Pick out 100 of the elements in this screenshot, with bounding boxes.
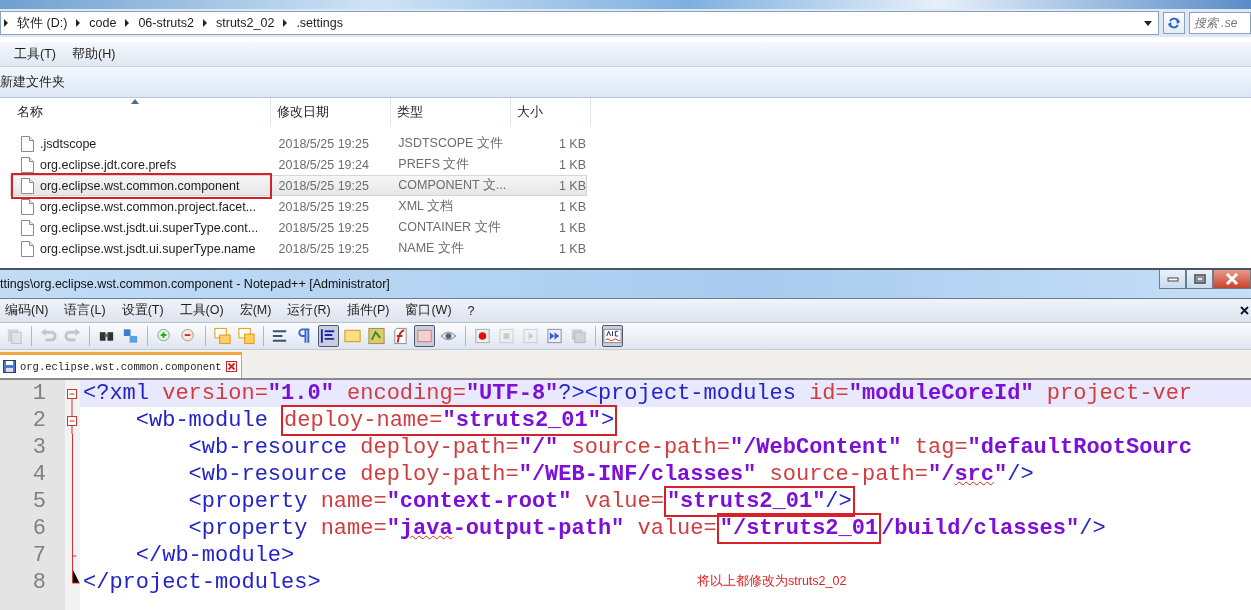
code-line: <wb-resource deploy-path="/WEB-INF/classes" source-path="/src"/> [187,462,1034,487]
code-line: </project-modules> [83,570,321,595]
file-row[interactable]: org.eclipse.wst.common.project.facet... 2018/5/25 19:25 XML 文档 1 KB [10,196,587,217]
file-icon [21,219,34,236]
new-folder-button[interactable]: 新建文件夹 [0,73,65,91]
close-icon [1225,273,1239,285]
file-type: XML 文档 [397,198,455,215]
file-size: 1 KB [557,199,586,214]
refresh-icon [1167,16,1181,30]
file-name: .jsdtscope [40,136,97,151]
file-date: 2018/5/25 19:25 [277,178,370,193]
code-line: <property name="context-root" value="struts2_01"/> [83,489,855,514]
menu-item[interactable]: 编码(N) [0,302,54,319]
menu-item[interactable]: 工具(O) [174,302,229,319]
file-date: 2018/5/25 19:25 [277,241,370,256]
file-row[interactable]: org.eclipse.wst.common.component 2018/5/25 19:25 COMPONENT 文... 1 KB [10,175,587,196]
file-icon [21,240,34,257]
code-line: <property name="java-output-path" value="/struts2_01/build/classes"/> [83,516,1106,541]
line-number: 1 [32,381,46,406]
breadcrumb-item[interactable]: 软件 (D:) [17,14,68,32]
line-number: 2 [32,408,46,433]
file-name: org.eclipse.wst.common.component [40,178,240,193]
file-type: NAME 文件 [397,240,465,257]
file-tab[interactable]: org.eclipse.wst.common.component [0,352,242,378]
file-icon [21,177,34,194]
maximize-icon [1193,274,1206,284]
file-row[interactable]: .jsdtscope 2018/5/25 19:25 JSDTSCOPE 文件 1 KB [10,133,587,154]
menu-item[interactable]: 插件(P) [341,302,395,319]
file-type: JSDTSCOPE 文件 [397,135,504,152]
window-title: ttings\org.eclipse.wst.common.component - Notepad++ [Administrator] [0,277,390,291]
file-date: 2018/5/25 19:25 [277,199,370,214]
breadcrumb-item[interactable]: struts2_02 [216,16,275,30]
file-name: org.eclipse.jdt.core.prefs [40,157,177,172]
breadcrumb-item[interactable]: .settings [296,16,343,30]
sort-arrow-icon [131,99,139,104]
breadcrumb-item[interactable]: code [89,16,117,30]
fold-toggle-icon[interactable] [67,407,77,434]
close-button[interactable] [1213,270,1251,289]
file-name: org.eclipse.wst.jsdt.ui.superType.name [40,241,256,256]
spellcheck-icon[interactable] [602,325,623,347]
file-type: CONTAINER 文件 [397,219,502,236]
close-icon[interactable] [1240,306,1249,315]
column-header[interactable]: 名称 [0,98,271,126]
menu-item[interactable]: 运行(R) [282,302,336,319]
menu-item[interactable]: 语言(L) [59,302,111,319]
file-row[interactable]: org.eclipse.wst.jsdt.ui.superType.cont... 2018/5/25 19:25 CONTAINER 文件 1 KB [10,217,587,238]
chevron-icon[interactable] [282,19,289,27]
refresh-button[interactable] [1163,12,1185,34]
annotation-note: 将以上都修改为struts2_02 [697,573,847,590]
line-number: 7 [32,543,46,568]
code-line: </wb-module> [134,543,295,568]
chevron-icon[interactable] [202,19,208,27]
file-name: org.eclipse.wst.jsdt.ui.superType.cont... [40,220,259,235]
address-bar[interactable]: 软件 (D:) code 06-struts2 struts2_02 .settings [0,11,1159,35]
menu-item[interactable]: 工具(T) [14,45,56,63]
minimize-icon [1166,276,1179,282]
line-number: 6 [32,516,46,541]
chevron-icon[interactable] [124,19,131,27]
file-size: 1 KB [557,136,586,151]
file-size: 1 KB [557,220,586,235]
file-date: 2018/5/25 19:25 [277,220,370,235]
minimize-button[interactable] [1159,270,1186,289]
dropdown-arrow-icon[interactable] [1144,20,1152,26]
save-icon [3,360,16,373]
line-number: 5 [32,489,46,514]
fold-toggle-icon[interactable] [67,389,77,407]
column-header[interactable]: 类型 [391,98,511,126]
indent-guide-icon[interactable] [318,325,339,347]
file-type: COMPONENT 文... [397,177,508,194]
line-number: 8 [32,570,46,595]
menu-item[interactable]: 帮助(H) [71,45,116,63]
tab-label: org.eclipse.wst.common.component [20,360,222,373]
code-line: <wb-resource deploy-path="/" source-path="/WebContent" tag="defaultRootSourc [187,435,1193,460]
file-date: 2018/5/25 19:24 [277,157,370,172]
file-icon [21,198,34,215]
file-size: 1 KB [557,178,586,193]
file-name: org.eclipse.wst.common.project.facet... [40,199,257,214]
column-header[interactable]: 修改日期 [271,98,391,126]
map-icon[interactable] [366,325,387,347]
file-row[interactable]: org.eclipse.wst.jsdt.ui.superType.name 2018/5/25 19:25 NAME 文件 1 KB [10,238,587,259]
line-number: 4 [32,462,46,487]
file-date: 2018/5/25 19:25 [277,136,370,151]
column-header[interactable]: 大小 [511,98,591,126]
file-icon [21,135,34,152]
code-line: <?xml version="1.0" encoding="UTF-8"?><project-modules id="moduleCoreId" project-ver [83,381,1193,406]
chevron-icon[interactable] [3,19,9,27]
menu-item[interactable]: ? [462,303,480,318]
file-size: 1 KB [557,241,586,256]
file-size: 1 KB [557,157,586,172]
menu-item[interactable]: 窗口(W) [400,302,457,319]
chevron-icon[interactable] [75,19,82,27]
line-number: 3 [32,435,46,460]
breadcrumb-item[interactable]: 06-struts2 [138,16,194,30]
file-icon [21,156,34,173]
maximize-button[interactable] [1186,270,1213,289]
file-row[interactable]: org.eclipse.jdt.core.prefs 2018/5/25 19:24 PREFS 文件 1 KB [10,154,587,175]
menu-item[interactable]: 宏(M) [234,302,277,319]
menu-item[interactable]: 设置(T) [116,302,169,319]
file-type: PREFS 文件 [397,156,471,173]
search-field[interactable]: 搜索 .se [1189,12,1251,34]
